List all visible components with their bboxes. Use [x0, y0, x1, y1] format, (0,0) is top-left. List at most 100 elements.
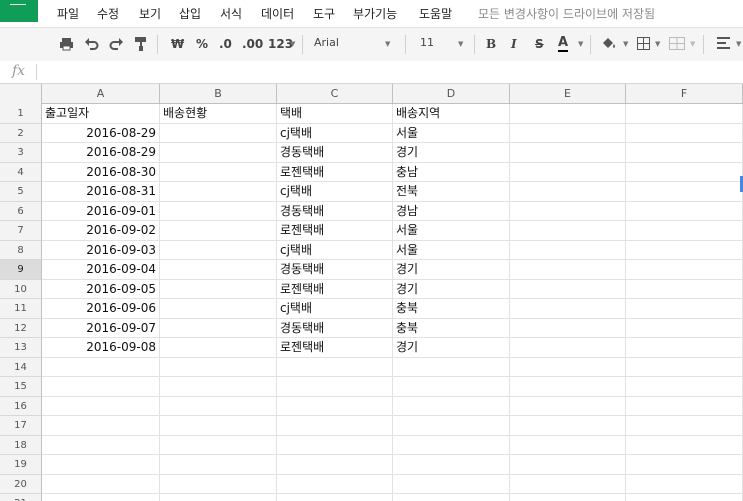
cell-d19[interactable]	[393, 455, 510, 475]
cell-a14[interactable]	[42, 357, 160, 377]
column-header-f[interactable]: F	[626, 84, 743, 104]
row-header[interactable]: 13	[0, 338, 42, 358]
fill-color-icon[interactable]	[600, 35, 618, 51]
row-header[interactable]: 15	[0, 377, 42, 397]
undo-icon[interactable]	[84, 37, 99, 53]
cell-f9[interactable]	[626, 260, 743, 280]
cell-c12[interactable]: 경동택배	[277, 318, 393, 338]
column-header-b[interactable]: B	[160, 84, 277, 104]
menu-edit[interactable]: 수정	[97, 5, 119, 22]
cell-b9[interactable]	[160, 260, 277, 280]
cell-b12[interactable]	[160, 318, 277, 338]
cell-e15[interactable]	[510, 377, 626, 397]
cell-c13[interactable]: 로젠택배	[277, 338, 393, 358]
cell-b8[interactable]	[160, 240, 277, 260]
cell-c15[interactable]	[277, 377, 393, 397]
cell-d2[interactable]: 서울	[393, 123, 510, 143]
cell-a8[interactable]: 2016-09-03	[42, 240, 160, 260]
row-header[interactable]: 4	[0, 162, 42, 182]
cell-b10[interactable]	[160, 279, 277, 299]
row-header[interactable]: 2	[0, 123, 42, 143]
column-header-d[interactable]: D	[393, 84, 510, 104]
cell-f6[interactable]	[626, 201, 743, 221]
decrease-decimal-button[interactable]: .0	[219, 36, 232, 52]
increase-decimal-button[interactable]: .00	[242, 36, 263, 52]
cell-a18[interactable]	[42, 435, 160, 455]
cell-e3[interactable]	[510, 143, 626, 163]
print-icon[interactable]	[59, 37, 74, 53]
cell-a15[interactable]	[42, 377, 160, 397]
cell-c7[interactable]: 로젠택배	[277, 221, 393, 241]
cell-f8[interactable]	[626, 240, 743, 260]
cell-f20[interactable]	[626, 474, 743, 494]
cell-f17[interactable]	[626, 416, 743, 436]
cell-b7[interactable]	[160, 221, 277, 241]
row-header[interactable]: 6	[0, 201, 42, 221]
cell-f1[interactable]	[626, 104, 743, 124]
save-status[interactable]: 모든 변경사항이 드라이브에 저장됨	[478, 5, 655, 22]
cell-c16[interactable]	[277, 396, 393, 416]
menu-file[interactable]: 파일	[57, 5, 79, 22]
currency-format-button[interactable]: ₩	[171, 36, 184, 52]
cell-e6[interactable]	[510, 201, 626, 221]
cell-f10[interactable]	[626, 279, 743, 299]
cell-e16[interactable]	[510, 396, 626, 416]
cell-c11[interactable]: cj택배	[277, 299, 393, 319]
cell-d13[interactable]: 경기	[393, 338, 510, 358]
cell-a19[interactable]	[42, 455, 160, 475]
cell-b17[interactable]	[160, 416, 277, 436]
cell-d5[interactable]: 전북	[393, 182, 510, 202]
cell-b5[interactable]	[160, 182, 277, 202]
menu-data[interactable]: 데이터	[261, 5, 294, 22]
cell-c2[interactable]: cj택배	[277, 123, 393, 143]
menu-view[interactable]: 보기	[139, 5, 161, 22]
column-header-a[interactable]: A	[42, 84, 160, 104]
bold-button[interactable]: B	[486, 36, 496, 52]
cell-d1[interactable]: 배송지역	[393, 104, 510, 124]
cell-f18[interactable]	[626, 435, 743, 455]
cell-b15[interactable]	[160, 377, 277, 397]
cell-d8[interactable]: 서울	[393, 240, 510, 260]
cell-f15[interactable]	[626, 377, 743, 397]
cell-f3[interactable]	[626, 143, 743, 163]
menu-insert[interactable]: 삽입	[179, 5, 201, 22]
cell-f16[interactable]	[626, 396, 743, 416]
cell-c20[interactable]	[277, 474, 393, 494]
cell-a16[interactable]	[42, 396, 160, 416]
cell-e8[interactable]	[510, 240, 626, 260]
cell-e11[interactable]	[510, 299, 626, 319]
cell-e9[interactable]	[510, 260, 626, 280]
row-header[interactable]: 8	[0, 240, 42, 260]
row-header[interactable]: 12	[0, 318, 42, 338]
cell-c10[interactable]: 로젠택배	[277, 279, 393, 299]
cell-b14[interactable]	[160, 357, 277, 377]
cell-e4[interactable]	[510, 162, 626, 182]
cell-c18[interactable]	[277, 435, 393, 455]
menu-addons[interactable]: 부가기능	[353, 5, 397, 22]
cell-b3[interactable]	[160, 143, 277, 163]
row-header[interactable]: 9	[0, 260, 42, 280]
select-all-corner[interactable]	[0, 84, 42, 105]
cell-b1[interactable]: 배송현황	[160, 104, 277, 124]
paint-format-icon[interactable]	[134, 36, 148, 52]
cell-e7[interactable]	[510, 221, 626, 241]
cell-d9[interactable]: 경기	[393, 260, 510, 280]
cell-a10[interactable]: 2016-09-05	[42, 279, 160, 299]
row-header[interactable]: 14	[0, 357, 42, 377]
cell-a7[interactable]: 2016-09-02	[42, 221, 160, 241]
row-header[interactable]: 17	[0, 416, 42, 436]
cell-a1[interactable]: 출고일자	[42, 104, 160, 124]
cell-b2[interactable]	[160, 123, 277, 143]
cell-e5[interactable]	[510, 182, 626, 202]
row-header[interactable]: 19	[0, 455, 42, 475]
row-header[interactable]: 18	[0, 435, 42, 455]
cell-f12[interactable]	[626, 318, 743, 338]
cell-a13[interactable]: 2016-09-08	[42, 338, 160, 358]
cell-e20[interactable]	[510, 474, 626, 494]
cell-d15[interactable]	[393, 377, 510, 397]
redo-icon[interactable]	[109, 37, 124, 53]
cell-e18[interactable]	[510, 435, 626, 455]
column-header-c[interactable]: C	[277, 84, 393, 104]
row-header[interactable]: 3	[0, 143, 42, 163]
cell-d16[interactable]	[393, 396, 510, 416]
